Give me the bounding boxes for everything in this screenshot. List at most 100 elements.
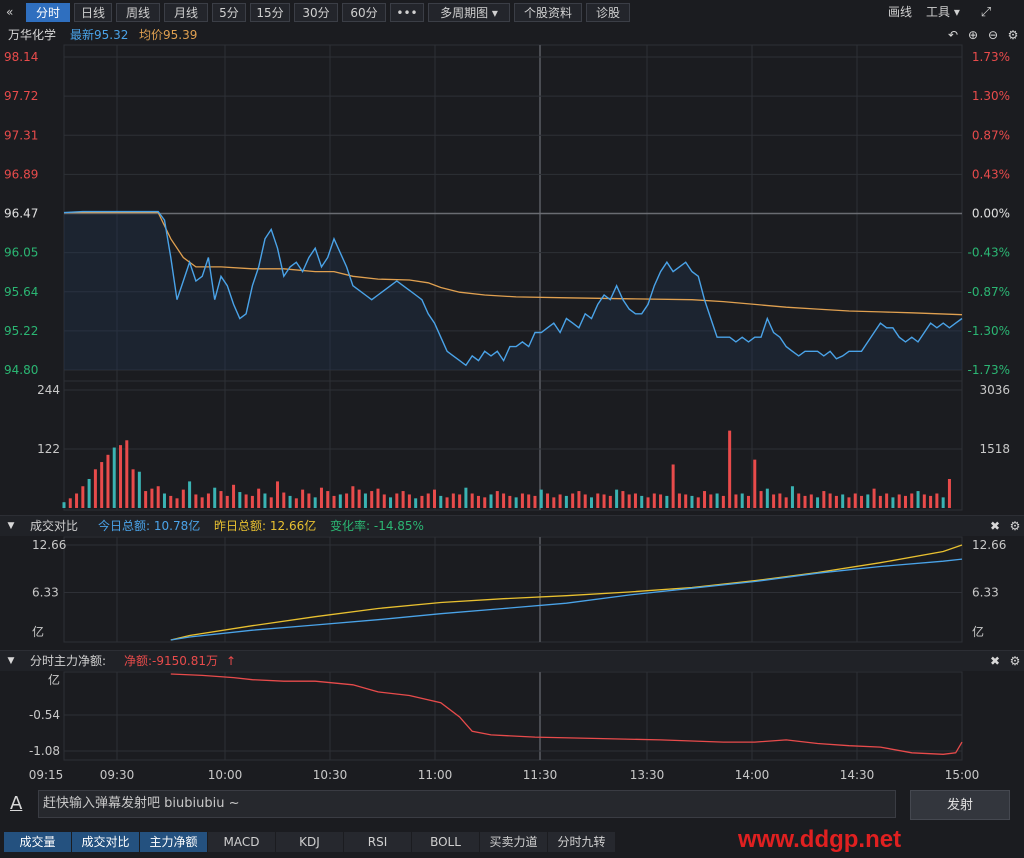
volume-bar-69: [495, 491, 499, 508]
price-tick-left-5: 96.05: [4, 246, 38, 260]
volume-bar-90: [627, 494, 631, 508]
volume-bar-108: [740, 493, 744, 508]
volume-bar-49: [370, 491, 374, 508]
volume-bar-128: [866, 494, 870, 508]
indicator-tab-0[interactable]: 成交量: [4, 832, 72, 852]
collapse-triangle-icon[interactable]: ▼: [4, 519, 18, 533]
volume-bar-88: [615, 489, 619, 508]
volume-bar-71: [508, 495, 512, 508]
volume-bar-21: [194, 494, 198, 508]
indicator-tab-8[interactable]: 分时九转: [548, 832, 616, 852]
price-tick-right-0: 1.73%: [972, 50, 1010, 64]
volume-bar-115: [784, 497, 788, 508]
cmp-tick-left-2: 亿: [32, 624, 44, 639]
volume-bar-12: [137, 471, 141, 508]
volume-bar-101: [696, 497, 700, 508]
volume-bar-9: [119, 445, 123, 508]
danmaku-input[interactable]: 赶快输入弹幕发射吧 biubiubiu ~: [38, 790, 896, 818]
font-a-icon[interactable]: A: [10, 794, 22, 814]
volume-bar-80: [564, 495, 568, 508]
cmp-tick-right-0: 12.66: [972, 538, 1006, 552]
volume-bar-5: [93, 469, 97, 508]
volume-bar-73: [520, 493, 524, 508]
volume-bar-139: [935, 493, 939, 508]
volume-bar-121: [822, 491, 826, 508]
volume-bar-41: [319, 487, 323, 508]
compare-title: 成交对比: [30, 519, 79, 533]
cmp-tick-right-2: 亿: [972, 624, 984, 639]
price-tick-right-1: 1.30%: [972, 89, 1010, 103]
indicator-tab-7[interactable]: 买卖力道: [480, 832, 548, 852]
indicator-tab-5[interactable]: RSI: [344, 832, 412, 852]
volume-bar-104: [715, 493, 719, 508]
volume-bar-70: [502, 493, 506, 508]
volume-bar-87: [608, 495, 612, 508]
volume-bar-47: [357, 489, 361, 508]
volume-bar-140: [941, 497, 945, 508]
volume-bar-113: [772, 494, 776, 508]
volume-bar-45: [345, 493, 349, 508]
volume-bar-99: [684, 494, 688, 508]
volume-bar-67: [483, 497, 487, 508]
volume-bar-7: [106, 454, 110, 508]
volume-bar-65: [470, 493, 474, 508]
price-tick-right-4: 0.00%: [972, 207, 1010, 221]
volume-bar-114: [778, 493, 782, 508]
volume-bar-116: [790, 486, 794, 508]
cmp-tick-right-1: 6.33: [972, 586, 999, 600]
volume-bar-131: [885, 493, 889, 508]
volume-bar-0: [62, 502, 66, 508]
indicator-tab-4[interactable]: KDJ: [276, 832, 344, 852]
volume-bar-68: [489, 494, 493, 508]
price-tick-right-3: 0.43%: [972, 167, 1010, 181]
volume-bar-137: [922, 494, 926, 508]
settings-icon[interactable]: ⚙: [1008, 519, 1022, 533]
volume-bar-74: [527, 494, 531, 508]
volume-bar-52: [389, 497, 393, 508]
volume-bar-40: [313, 497, 317, 508]
intraday-chart: 98.14 1.73% 97.72 1.30% 97.31 0.87% 96.89 0.43%…: [4, 44, 1010, 782]
volume-bar-62: [451, 493, 455, 508]
collapse-triangle-icon[interactable]: ▼: [4, 654, 18, 668]
volume-bar-44: [338, 494, 342, 508]
volume-bar-56: [414, 498, 418, 508]
volume-bar-112: [765, 488, 769, 508]
price-tick-left-3: 96.89: [4, 167, 38, 181]
volume-bar-51: [382, 494, 386, 508]
indicator-tab-2[interactable]: 主力净额: [140, 832, 208, 852]
time-tick-0: 09:15: [29, 768, 64, 782]
close-icon[interactable]: ✖: [988, 654, 1002, 668]
volume-bar-30: [250, 495, 254, 508]
volume-bar-127: [860, 495, 864, 508]
volume-bar-92: [640, 495, 644, 508]
volume-bar-10: [125, 440, 129, 508]
price-tick-right-6: -0.87%: [968, 285, 1010, 299]
volume-bar-96: [665, 495, 669, 508]
vol-tick-left-1: 122: [37, 442, 60, 456]
volume-bar-110: [753, 459, 757, 508]
volume-bar-102: [703, 491, 707, 508]
volume-bar-32: [263, 493, 267, 508]
settings-icon[interactable]: ⚙: [1008, 654, 1022, 668]
yesterday-total: 昨日总额: 12.66亿: [214, 519, 317, 533]
indicator-tab-6[interactable]: BOLL: [412, 832, 480, 852]
volume-bar-33: [269, 497, 273, 508]
price-tick-left-4: 96.47: [4, 207, 38, 221]
volume-bar-50: [376, 488, 380, 508]
volume-bar-78: [552, 497, 556, 508]
volume-bar-57: [420, 495, 424, 508]
volume-bar-6: [100, 462, 104, 508]
price-tick-left-7: 95.22: [4, 324, 38, 338]
volume-bar-14: [150, 488, 154, 508]
close-icon[interactable]: ✖: [988, 519, 1002, 533]
today-total: 今日总额: 10.78亿: [98, 519, 201, 533]
indicator-tab-3[interactable]: MACD: [208, 832, 276, 852]
indicator-tab-1[interactable]: 成交对比: [72, 832, 140, 852]
volume-bar-132: [891, 497, 895, 508]
volume-bar-86: [602, 494, 606, 508]
price-tick-right-7: -1.30%: [968, 324, 1010, 338]
send-button[interactable]: 发射: [910, 790, 1010, 820]
volume-bar-84: [589, 497, 593, 508]
capital-title: 分时主力净额:: [30, 654, 107, 668]
volume-bar-93: [646, 497, 650, 508]
